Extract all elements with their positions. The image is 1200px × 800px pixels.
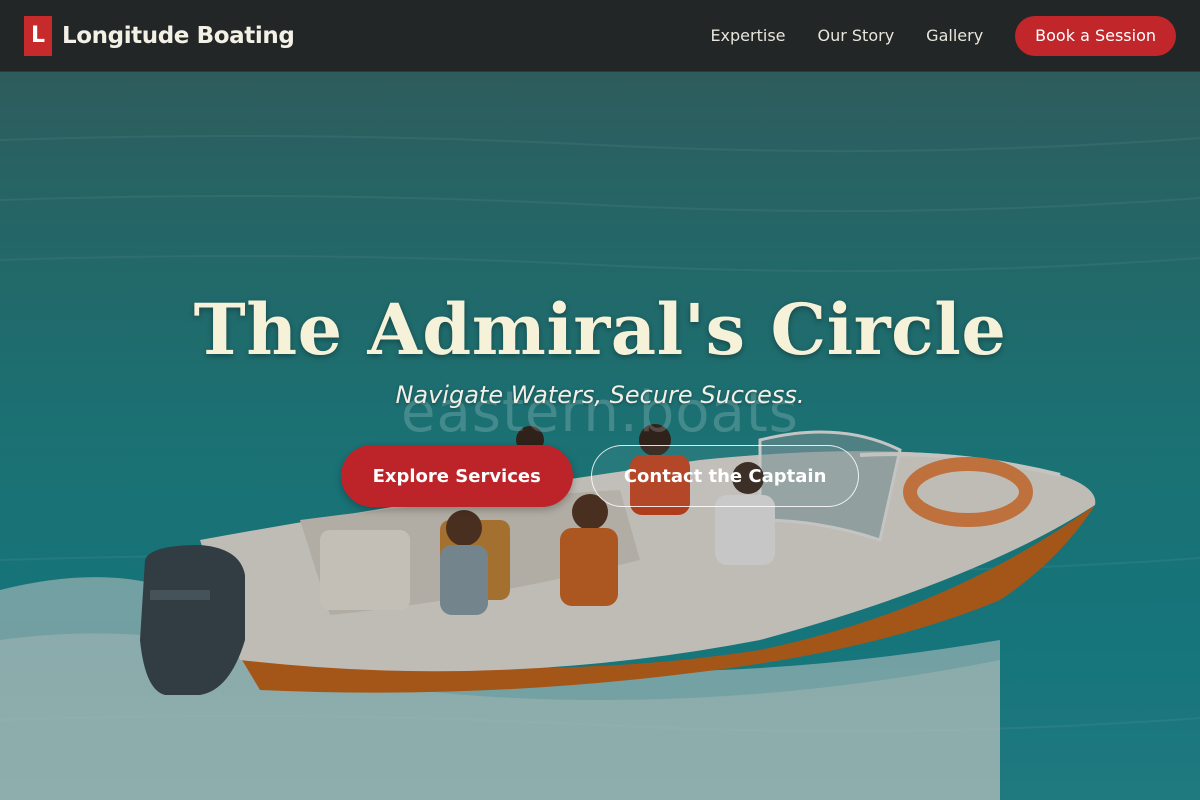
book-session-button[interactable]: Book a Session [1015,15,1176,56]
hero-subtitle: Navigate Waters, Secure Success. [395,381,805,409]
nav-link-expertise[interactable]: Expertise [710,26,785,45]
hero-actions: Explore Services Contact the Captain [0,445,1200,507]
top-nav-bar: L Longitude Boating Expertise Our Story … [0,0,1200,72]
contact-captain-button[interactable]: Contact the Captain [590,445,860,507]
nav-link-gallery[interactable]: Gallery [926,26,983,45]
brand-logo-link[interactable]: L Longitude Boating [24,15,295,56]
hero-title: The Admiral's Circle [193,288,1007,371]
explore-services-button[interactable]: Explore Services [340,445,573,507]
logo-mark: L [24,15,52,56]
brand-name: Longitude Boating [62,22,295,49]
nav-links: Expertise Our Story Gallery Book a Sessi… [710,15,1176,56]
nav-link-our-story[interactable]: Our Story [818,26,895,45]
